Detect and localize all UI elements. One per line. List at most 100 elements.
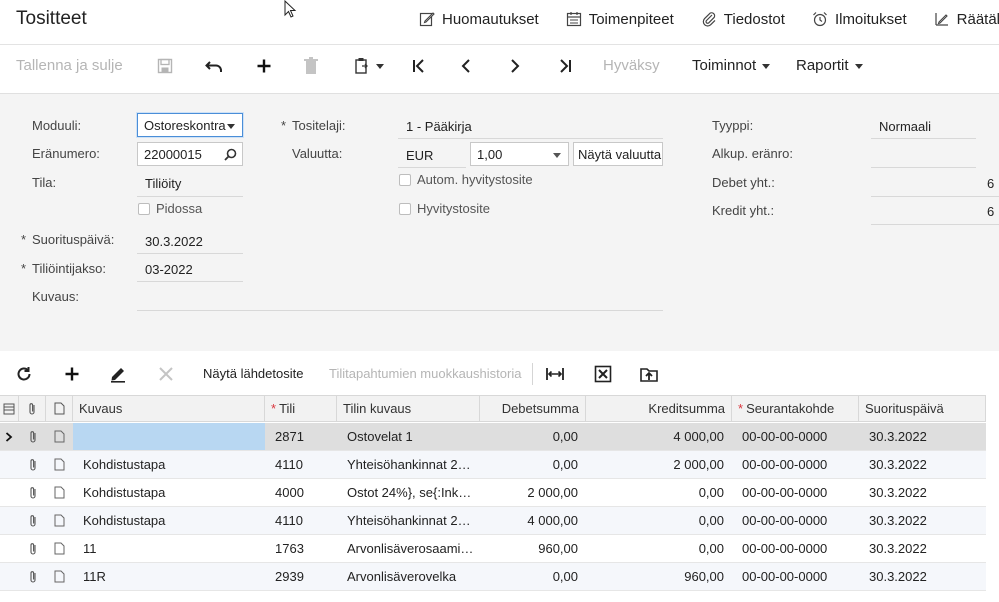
clipboard-menu-button[interactable] (351, 56, 387, 76)
row-note-icon[interactable] (46, 479, 73, 506)
table-row[interactable]: Kohdistustapa 4110 Yhteisöhankinnat 2… 4 00… (0, 507, 986, 535)
cell-kuvaus[interactable]: Kohdistustapa (73, 507, 265, 534)
on-hold-checkbox[interactable]: Pidossa (138, 201, 202, 216)
cell-seurantakohde[interactable]: 00-00-00-0000 (732, 563, 859, 590)
row-selector[interactable] (0, 563, 19, 590)
cell-kredit[interactable]: 4 000,00 (586, 423, 732, 450)
table-row[interactable]: 11 1763 Arvonlisäverosaami… 960,00 0,00 00-00… (0, 535, 986, 563)
column-header-seurantakohde[interactable]: * Seurantakohde (732, 396, 859, 421)
column-header-kredit[interactable]: Kreditsumma (586, 396, 732, 421)
fit-columns-icon[interactable] (544, 363, 566, 385)
row-selector[interactable] (0, 451, 19, 478)
reminders-button[interactable]: Ilmoitukset (811, 10, 907, 28)
cell-tili[interactable]: 1763 (265, 535, 337, 562)
cell-tilin-kuvaus[interactable]: Ostovelat 1 (337, 423, 480, 450)
reversing-checkbox[interactable]: Hyvitystosite (399, 201, 490, 216)
cell-kuvaus[interactable]: 11R (73, 563, 265, 590)
payment-date-value[interactable]: 30.3.2022 (145, 234, 203, 249)
row-attachment-icon[interactable] (19, 451, 46, 478)
row-selector[interactable] (0, 507, 19, 534)
row-note-icon[interactable] (46, 451, 73, 478)
notes-button[interactable]: Huomautukset (418, 10, 539, 28)
cell-seurantakohde[interactable]: 00-00-00-0000 (732, 535, 859, 562)
cell-seurantakohde[interactable]: 00-00-00-0000 (732, 507, 859, 534)
activities-button[interactable]: Toimenpiteet (565, 10, 674, 28)
cell-tili[interactable]: 4110 (265, 507, 337, 534)
approve-button[interactable]: Hyväksy (603, 57, 660, 74)
add-icon[interactable] (254, 56, 274, 76)
row-attachment-icon[interactable] (19, 535, 46, 562)
cell-tili[interactable]: 2871 (265, 423, 337, 450)
row-attachment-icon[interactable] (19, 563, 46, 590)
auto-reversing-checkbox[interactable]: Autom. hyvitystosite (399, 172, 533, 187)
save-icon[interactable] (155, 56, 175, 76)
next-record-icon[interactable] (505, 56, 525, 76)
cell-suorituspaiva[interactable]: 30.3.2022 (859, 507, 986, 534)
cell-debet[interactable]: 4 000,00 (480, 507, 586, 534)
cell-kuvaus[interactable] (73, 423, 265, 450)
cell-kredit[interactable]: 0,00 (586, 479, 732, 506)
cell-suorituspaiva[interactable]: 30.3.2022 (859, 563, 986, 590)
row-note-icon[interactable] (46, 563, 73, 590)
cell-tili[interactable]: 4110 (265, 451, 337, 478)
cell-seurantakohde[interactable]: 00-00-00-0000 (732, 423, 859, 450)
table-row[interactable]: Kohdistustapa 4000 Ostot 24%}, se{:Ink… 2 0… (0, 479, 986, 507)
cell-tilin-kuvaus[interactable]: Ostot 24%}, se{:Ink… (337, 479, 480, 506)
cell-kredit[interactable]: 0,00 (586, 507, 732, 534)
edit-row-icon[interactable] (107, 363, 129, 385)
cell-tilin-kuvaus[interactable]: Arvonlisäverosaami… (337, 535, 480, 562)
cell-suorituspaiva[interactable]: 30.3.2022 (859, 423, 986, 450)
undo-icon[interactable] (204, 56, 224, 76)
column-header-suorituspaiva[interactable]: Suorituspäivä (859, 396, 986, 421)
column-header-debet[interactable]: Debetsumma (480, 396, 586, 421)
cell-kuvaus[interactable]: 11 (73, 535, 265, 562)
first-record-icon[interactable] (409, 56, 429, 76)
cell-debet[interactable]: 2 000,00 (480, 479, 586, 506)
cell-debet[interactable]: 0,00 (480, 563, 586, 590)
row-note-icon[interactable] (46, 535, 73, 562)
cell-suorituspaiva[interactable]: 30.3.2022 (859, 451, 986, 478)
search-icon[interactable] (224, 148, 237, 161)
show-currency-button[interactable]: Näytä valuutta (573, 142, 663, 166)
cell-tili[interactable]: 2939 (265, 563, 337, 590)
cell-kredit[interactable]: 960,00 (586, 563, 732, 590)
cell-debet[interactable]: 960,00 (480, 535, 586, 562)
cell-tilin-kuvaus[interactable]: Yhteisöhankinnat 2… (337, 507, 480, 534)
delete-row-icon[interactable] (155, 363, 177, 385)
row-attachment-icon[interactable] (19, 479, 46, 506)
ledger-value[interactable]: 1 - Pääkirja (406, 119, 472, 134)
column-header-tilin-kuvaus[interactable]: Tilin kuvaus (337, 396, 480, 421)
upload-file-icon[interactable] (638, 363, 660, 385)
cell-suorituspaiva[interactable]: 30.3.2022 (859, 535, 986, 562)
cell-debet[interactable]: 0,00 (480, 451, 586, 478)
last-record-icon[interactable] (555, 56, 575, 76)
cell-debet[interactable]: 0,00 (480, 423, 586, 450)
cell-tilin-kuvaus[interactable]: Yhteisöhankinnat 2… (337, 451, 480, 478)
reports-menu[interactable]: Raportit (796, 57, 863, 74)
edit-history-button[interactable]: Tilitapahtumien muokkaushistoria (329, 366, 521, 381)
column-header-kuvaus[interactable]: Kuvaus (73, 396, 265, 421)
row-selector[interactable] (0, 535, 19, 562)
row-selector[interactable] (0, 423, 19, 450)
export-excel-icon[interactable] (592, 363, 614, 385)
cell-kuvaus[interactable]: Kohdistustapa (73, 451, 265, 478)
row-attachment-icon[interactable] (19, 423, 46, 450)
row-selector[interactable] (0, 479, 19, 506)
column-header-tili[interactable]: * Tili (265, 396, 337, 421)
period-value[interactable]: 03-2022 (145, 262, 193, 277)
files-button[interactable]: Tiedostot (700, 10, 785, 28)
delete-icon[interactable] (301, 56, 321, 76)
exchange-rate-select[interactable]: 1,00 (470, 142, 569, 166)
table-row[interactable]: 11R 2939 Arvonlisäverovelka 0,00 960,00 00-00… (0, 563, 986, 591)
column-settings-icon[interactable] (0, 396, 19, 421)
save-close-button[interactable]: Tallenna ja sulje (16, 57, 123, 74)
actions-menu[interactable]: Toiminnot (692, 57, 771, 74)
cell-tilin-kuvaus[interactable]: Arvonlisäverovelka (337, 563, 480, 590)
module-select[interactable]: Ostoreskontra (137, 113, 243, 137)
cell-kredit[interactable]: 2 000,00 (586, 451, 732, 478)
row-note-icon[interactable] (46, 507, 73, 534)
currency-value[interactable]: EUR (406, 148, 433, 163)
refresh-icon[interactable] (13, 363, 35, 385)
cell-seurantakohde[interactable]: 00-00-00-0000 (732, 479, 859, 506)
view-source-document-button[interactable]: Näytä lähdetosite (203, 366, 303, 381)
